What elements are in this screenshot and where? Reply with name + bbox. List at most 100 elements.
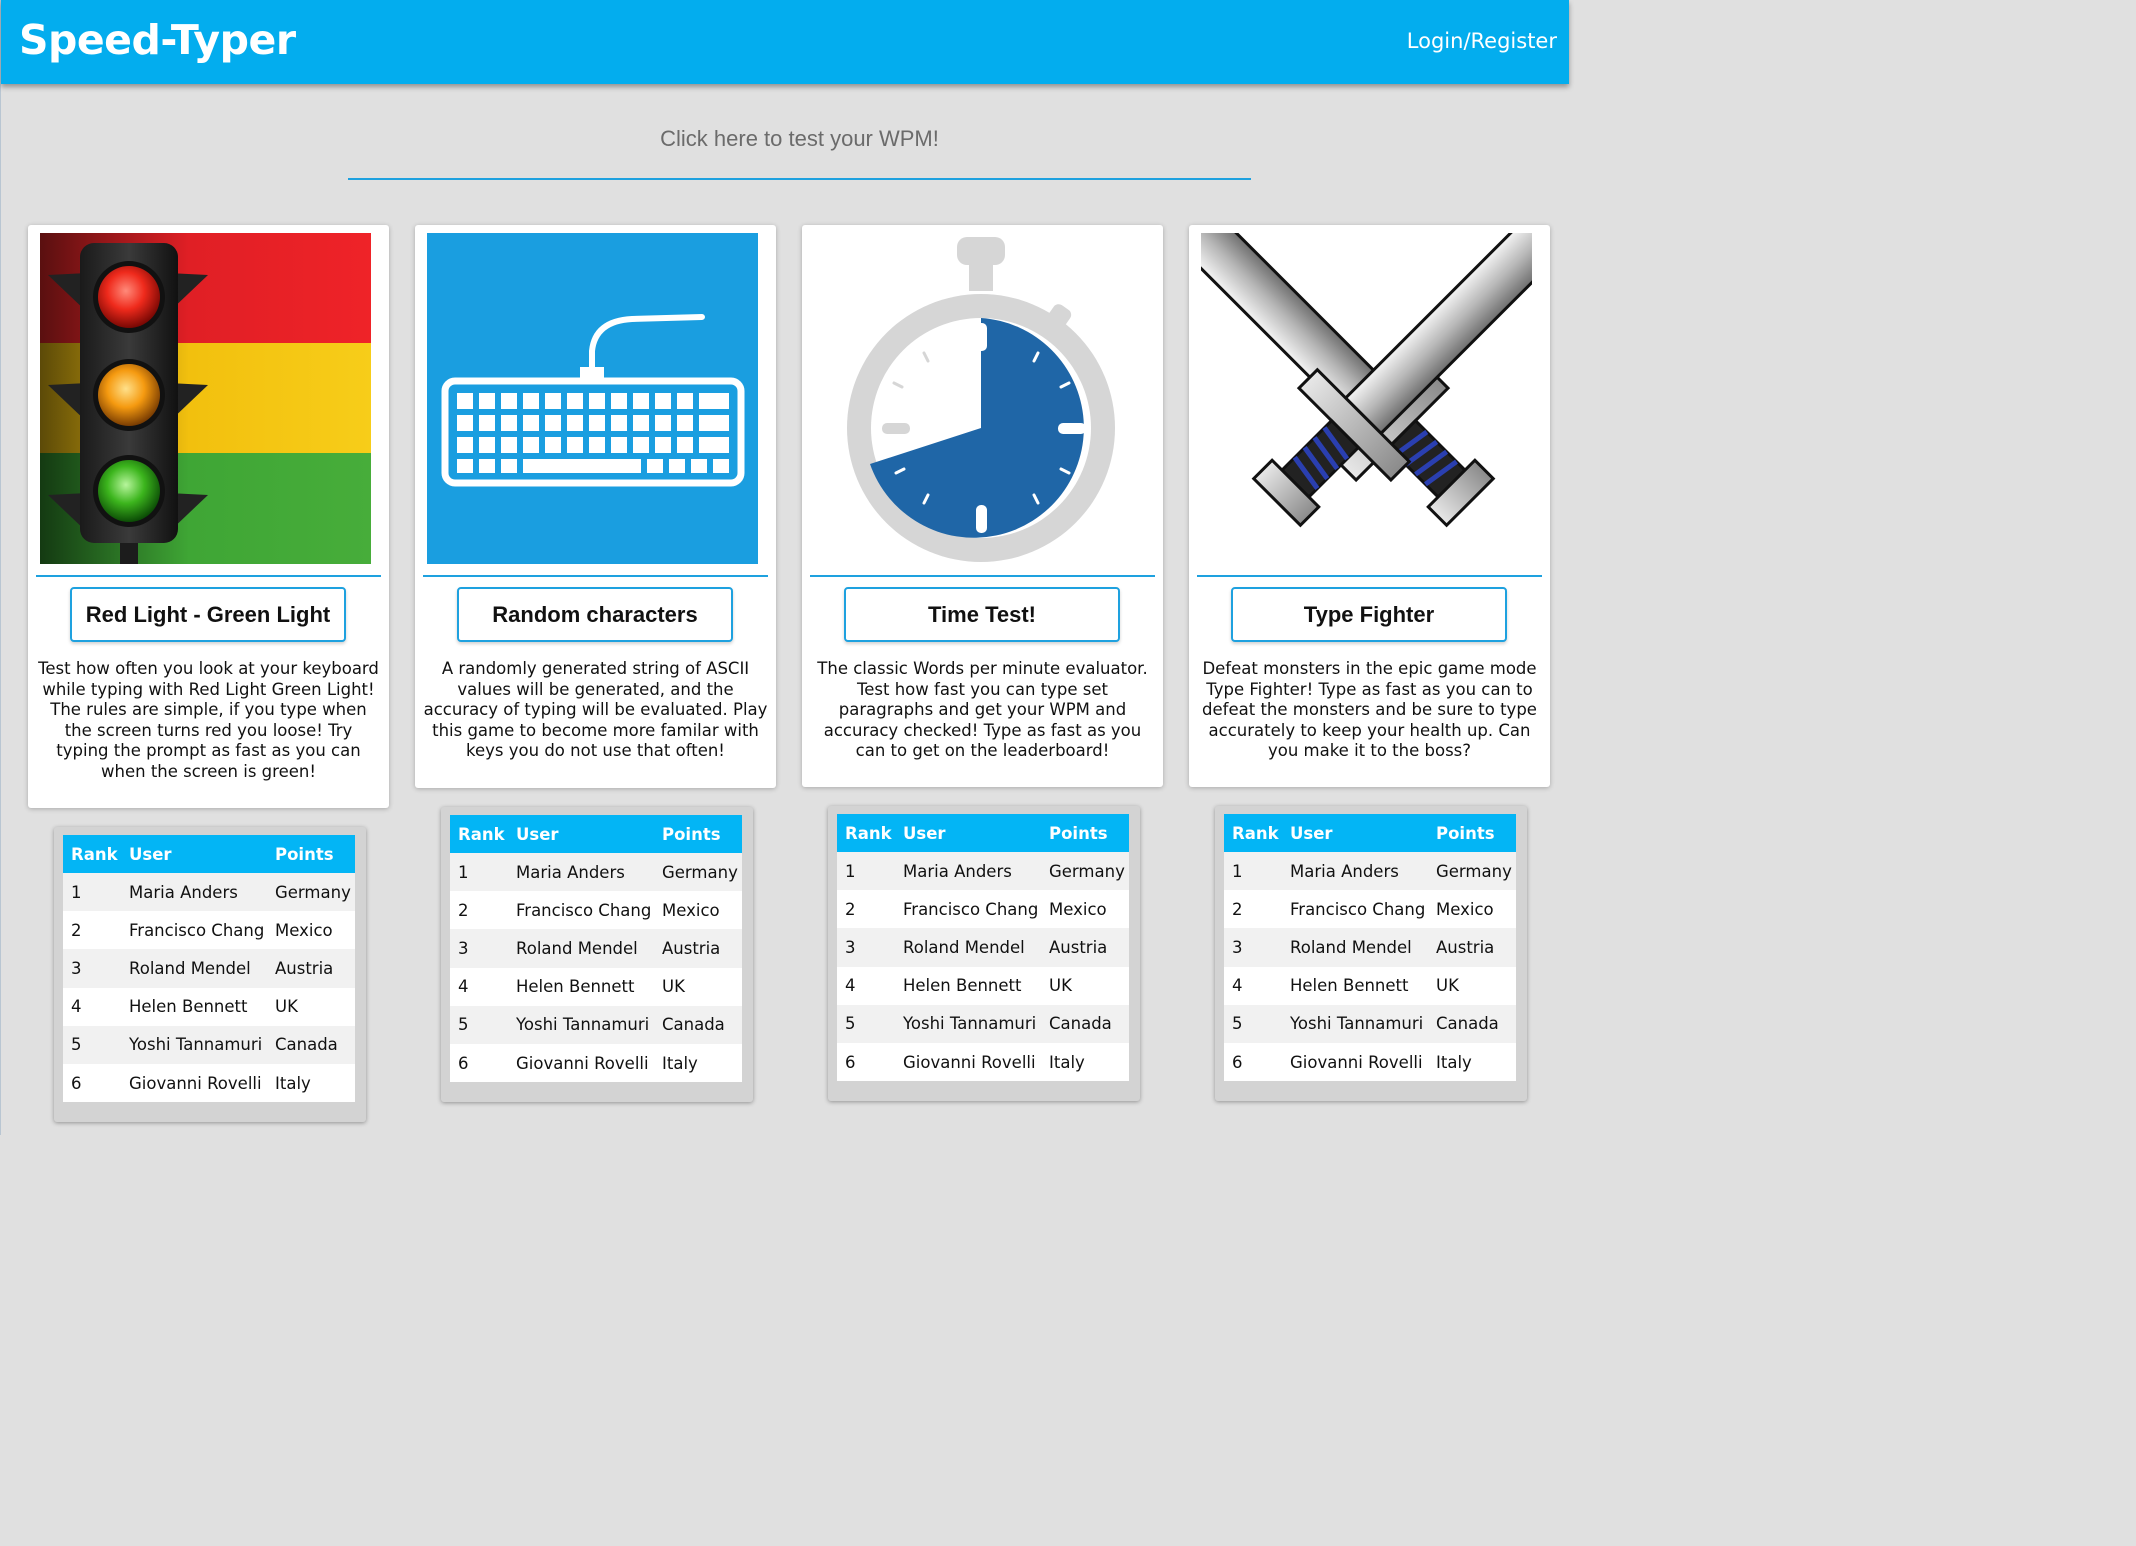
leaderboard-red-light: Rank User Points 1 Maria Anders Germany 2F… bbox=[54, 827, 366, 1123]
rank-cell: 3 bbox=[450, 929, 508, 968]
table-row: 4 Helen Bennett UK bbox=[63, 987, 355, 1026]
points-cell: Germany bbox=[267, 873, 355, 912]
red-light-green-light-button[interactable]: Red Light - Green Light bbox=[70, 587, 346, 642]
login-register-link[interactable]: Login/Register bbox=[1407, 29, 1557, 53]
table-row: 4 Helen Bennett UK bbox=[450, 967, 742, 1006]
points-cell: Germany bbox=[654, 853, 742, 892]
table-row: 3 Roland Mendel Austria bbox=[837, 928, 1129, 967]
points-cell: Canada bbox=[267, 1025, 355, 1064]
leaderboard-table: Rank User Points 1 Maria Anders Germany 2F… bbox=[63, 835, 355, 1103]
user-cell: Giovanni Rovelli bbox=[1282, 1042, 1428, 1082]
rank-cell: 6 bbox=[450, 1043, 508, 1083]
user-cell: Francisco Chang bbox=[1282, 890, 1428, 929]
table-row: 1 Maria Anders Germany bbox=[63, 873, 355, 912]
user-cell: Maria Anders bbox=[508, 853, 654, 892]
user-cell: Giovanni Rovelli bbox=[895, 1042, 1041, 1082]
table-row: 2 Francisco Chang Mexico bbox=[1224, 890, 1516, 929]
user-cell: Maria Anders bbox=[121, 873, 267, 912]
user-cell: Roland Mendel bbox=[1282, 928, 1428, 967]
top-navbar: Speed-Typer Login/Register bbox=[1, 0, 1569, 84]
rank-cell: 4 bbox=[63, 987, 121, 1026]
rank-cell: 1 bbox=[450, 853, 508, 892]
points-cell: Italy bbox=[267, 1063, 355, 1103]
points-cell: Mexico bbox=[1428, 890, 1516, 929]
type-fighter-button[interactable]: Type Fighter bbox=[1231, 587, 1507, 642]
table-row: 1 Maria Anders Germany bbox=[450, 853, 742, 892]
table-row: 6 Giovanni Rovelli Italy bbox=[837, 1042, 1129, 1082]
table-row: 3 Roland Mendel Austria bbox=[63, 949, 355, 988]
rank-cell: 3 bbox=[63, 949, 121, 988]
column-header-user: User bbox=[1282, 814, 1428, 852]
table-row: 6 Giovanni Rovelli Italy bbox=[450, 1043, 742, 1083]
rank-cell: 2 bbox=[837, 890, 895, 929]
points-cell: Germany bbox=[1428, 852, 1516, 891]
user-cell: Helen Bennett bbox=[121, 987, 267, 1026]
table-row: 1 Maria Anders Germany bbox=[1224, 852, 1516, 891]
game-card-red-light: Red Light - Green Light Test how often y… bbox=[28, 225, 389, 808]
column-header-user: User bbox=[895, 814, 1041, 852]
game-description: The classic Words per minute evaluator. … bbox=[817, 659, 1148, 761]
game-card-time-test: Time Test! The classic Words per minute … bbox=[802, 225, 1163, 787]
points-cell: Mexico bbox=[1041, 890, 1129, 929]
rank-cell: 4 bbox=[450, 967, 508, 1006]
column-header-points: Points bbox=[1428, 814, 1516, 852]
brand-logo[interactable]: Speed-Typer bbox=[19, 16, 296, 64]
game-description: Defeat monsters in the epic game mode Ty… bbox=[1202, 659, 1537, 761]
rank-cell: 3 bbox=[1224, 928, 1282, 967]
points-cell: Canada bbox=[1041, 1004, 1129, 1043]
random-characters-button[interactable]: Random characters bbox=[457, 587, 733, 642]
game-description: A randomly generated string of ASCII val… bbox=[423, 659, 768, 761]
leaderboard-table: Rank User Points 1 Maria Anders Germany 2F… bbox=[1224, 814, 1516, 1082]
table-row: 2 Francisco Chang Mexico bbox=[63, 911, 355, 950]
game-description: Test how often you look at your keyboard… bbox=[38, 659, 379, 781]
points-cell: Austria bbox=[1428, 928, 1516, 967]
rank-cell: 2 bbox=[450, 891, 508, 930]
column-header-points: Points bbox=[1041, 814, 1129, 852]
rank-cell: 1 bbox=[1224, 852, 1282, 891]
user-cell: Giovanni Rovelli bbox=[508, 1043, 654, 1083]
table-header-row: Rank User Points bbox=[450, 815, 742, 853]
table-row: 5 Yoshi Tannamuri Canada bbox=[1224, 1004, 1516, 1043]
user-cell: Yoshi Tannamuri bbox=[121, 1025, 267, 1064]
column-header-rank: Rank bbox=[837, 814, 895, 852]
game-card-random-characters: Random characters A randomly generated s… bbox=[415, 225, 776, 788]
card-divider bbox=[810, 575, 1155, 577]
table-row: 3 Roland Mendel Austria bbox=[450, 929, 742, 968]
table-row: 2 Francisco Chang Mexico bbox=[837, 890, 1129, 929]
leaderboard-table: Rank User Points 1 Maria Anders Germany 2F… bbox=[450, 815, 742, 1083]
table-header-row: Rank User Points bbox=[837, 814, 1129, 852]
card-divider bbox=[36, 575, 381, 577]
wpm-test-link[interactable]: Click here to test your WPM! bbox=[348, 112, 1251, 180]
points-cell: Austria bbox=[267, 949, 355, 988]
points-cell: UK bbox=[1041, 966, 1129, 1005]
points-cell: Canada bbox=[1428, 1004, 1516, 1043]
rank-cell: 6 bbox=[837, 1042, 895, 1082]
user-cell: Yoshi Tannamuri bbox=[895, 1004, 1041, 1043]
points-cell: UK bbox=[267, 987, 355, 1026]
column-header-user: User bbox=[121, 835, 267, 873]
table-row: 4 Helen Bennett UK bbox=[1224, 966, 1516, 1005]
rank-cell: 5 bbox=[837, 1004, 895, 1043]
user-cell: Roland Mendel bbox=[508, 929, 654, 968]
points-cell: Austria bbox=[654, 929, 742, 968]
stopwatch-icon[interactable] bbox=[814, 233, 1145, 564]
table-row: 5 Yoshi Tannamuri Canada bbox=[450, 1005, 742, 1044]
rank-cell: 3 bbox=[837, 928, 895, 967]
user-cell: Helen Bennett bbox=[508, 967, 654, 1006]
table-header-row: Rank User Points bbox=[63, 835, 355, 873]
rank-cell: 2 bbox=[63, 911, 121, 950]
column-header-user: User bbox=[508, 815, 654, 853]
rank-cell: 4 bbox=[1224, 966, 1282, 1005]
crossed-swords-icon[interactable] bbox=[1201, 233, 1532, 564]
rank-cell: 1 bbox=[63, 873, 121, 912]
leaderboard-table: Rank User Points 1 Maria Anders Germany 2F… bbox=[837, 814, 1129, 1082]
user-cell: Francisco Chang bbox=[895, 890, 1041, 929]
points-cell: Austria bbox=[1041, 928, 1129, 967]
points-cell: Italy bbox=[654, 1043, 742, 1083]
traffic-light-icon[interactable] bbox=[40, 233, 371, 564]
points-cell: Italy bbox=[1428, 1042, 1516, 1082]
keyboard-icon[interactable] bbox=[427, 233, 758, 564]
column-header-points: Points bbox=[654, 815, 742, 853]
time-test-button[interactable]: Time Test! bbox=[844, 587, 1120, 642]
rank-cell: 4 bbox=[837, 966, 895, 1005]
